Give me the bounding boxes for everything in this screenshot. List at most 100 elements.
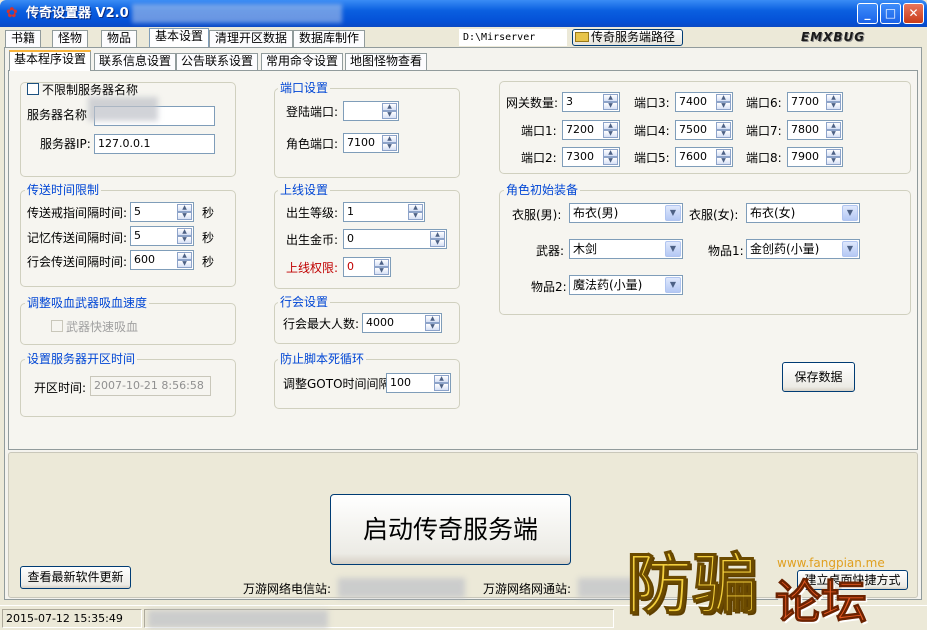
- guild-settings-title: 行会设置: [278, 295, 331, 309]
- spin-down-icon[interactable]: ▼: [826, 157, 841, 165]
- save-button[interactable]: 保存数据: [782, 362, 855, 392]
- chevron-down-icon[interactable]: ▼: [665, 241, 681, 257]
- spin-down-icon[interactable]: ▼: [716, 102, 731, 110]
- spin-down-icon[interactable]: ▼: [826, 102, 841, 110]
- spin-up-icon[interactable]: ▲: [382, 103, 397, 111]
- check-update-button[interactable]: 查看最新软件更新: [20, 566, 131, 589]
- tab-items[interactable]: 物品: [101, 30, 138, 47]
- cloth-female-select[interactable]: 布衣(女) ▼: [746, 203, 860, 223]
- spin-down-icon[interactable]: ▼: [716, 157, 731, 165]
- cloth-male-select[interactable]: 布衣(男) ▼: [569, 203, 683, 223]
- role-port-spinner[interactable]: 7100 ▲ ▼: [343, 133, 399, 153]
- title-bar[interactable]: ✿ 传奇设置器 V2.0 _ □ ✕: [0, 0, 927, 27]
- redacted-telecom-link[interactable]: [338, 578, 465, 598]
- tab-clear-data[interactable]: 清理开区数据: [209, 30, 294, 47]
- start-level-spinner[interactable]: 1 ▲ ▼: [343, 202, 425, 222]
- role-port-label: 角色端口:: [286, 137, 339, 151]
- fast-vampire-checkbox[interactable]: [51, 320, 63, 332]
- gateway-port1-spinner[interactable]: 7200 ▲ ▼: [562, 120, 620, 140]
- tab-database[interactable]: 数据库制作: [293, 30, 366, 47]
- weapon-select[interactable]: 木剑 ▼: [569, 239, 683, 259]
- spin-up-icon[interactable]: ▲: [716, 122, 731, 130]
- goto-interval-spinner[interactable]: 100 ▲ ▼: [386, 373, 451, 393]
- unlimited-name-checkbox[interactable]: [27, 83, 39, 95]
- gateway-port3-spinner[interactable]: 7400 ▲ ▼: [675, 92, 733, 112]
- tab-common-commands[interactable]: 常用命令设置: [261, 53, 344, 70]
- ring-interval-spinner[interactable]: 5 ▲ ▼: [130, 202, 194, 222]
- login-port-spinner[interactable]: ▲ ▼: [343, 101, 399, 121]
- spin-up-icon[interactable]: ▲: [603, 94, 618, 102]
- tab-basic-settings[interactable]: 基本设置: [149, 28, 210, 47]
- guild-interval-value: 600: [134, 253, 155, 266]
- spin-down-icon[interactable]: ▼: [826, 130, 841, 138]
- tab-map-monsters[interactable]: 地图怪物查看: [345, 53, 428, 70]
- gateway-port2-spinner[interactable]: 7300 ▲ ▼: [562, 147, 620, 167]
- tab-contact-info[interactable]: 联系信息设置: [94, 53, 177, 70]
- maximize-button[interactable]: □: [880, 3, 901, 24]
- guild-max-spinner[interactable]: 4000 ▲ ▼: [362, 313, 442, 333]
- spin-up-icon[interactable]: ▲: [430, 231, 445, 239]
- chevron-down-icon[interactable]: ▼: [842, 205, 858, 221]
- spin-up-icon[interactable]: ▲: [434, 375, 449, 383]
- tab-books[interactable]: 书籍: [5, 30, 42, 47]
- spin-down-icon[interactable]: ▼: [716, 130, 731, 138]
- minimize-button[interactable]: _: [857, 3, 878, 24]
- spin-down-icon[interactable]: ▼: [177, 236, 192, 244]
- spin-up-icon[interactable]: ▲: [374, 259, 389, 267]
- gateway-port5-spinner[interactable]: 7600 ▲ ▼: [675, 147, 733, 167]
- start-server-button[interactable]: 启动传奇服务端: [330, 494, 571, 565]
- spin-down-icon[interactable]: ▼: [425, 323, 440, 331]
- item1-select[interactable]: 金创药(小量) ▼: [746, 239, 860, 259]
- chevron-down-icon[interactable]: ▼: [665, 205, 681, 221]
- gateway-port6-spinner[interactable]: 7700 ▲ ▼: [787, 92, 843, 112]
- chevron-down-icon[interactable]: ▼: [842, 241, 858, 257]
- spin-up-icon[interactable]: ▲: [716, 94, 731, 102]
- gateway-port3-label: 端口3:: [634, 96, 670, 110]
- gateway-port8-spinner[interactable]: 7900 ▲ ▼: [787, 147, 843, 167]
- spin-up-icon[interactable]: ▲: [177, 252, 192, 260]
- spin-down-icon[interactable]: ▼: [603, 157, 618, 165]
- spin-up-icon[interactable]: ▲: [603, 149, 618, 157]
- spin-up-icon[interactable]: ▲: [826, 149, 841, 157]
- gateway-count-label: 网关数量:: [506, 96, 559, 110]
- memory-interval-spinner[interactable]: 5 ▲ ▼: [130, 226, 194, 246]
- spin-down-icon[interactable]: ▼: [382, 143, 397, 151]
- server-path-button[interactable]: 传奇服务端路径: [572, 29, 683, 46]
- spin-up-icon[interactable]: ▲: [425, 315, 440, 323]
- server-ip-input[interactable]: 127.0.0.1: [94, 134, 215, 154]
- spin-up-icon[interactable]: ▲: [382, 135, 397, 143]
- spin-down-icon[interactable]: ▼: [382, 111, 397, 119]
- item2-select[interactable]: 魔法药(小量) ▼: [569, 275, 683, 295]
- chevron-down-icon[interactable]: ▼: [665, 277, 681, 293]
- spin-up-icon[interactable]: ▲: [716, 149, 731, 157]
- spin-down-icon[interactable]: ▼: [603, 130, 618, 138]
- guild-interval-spinner[interactable]: 600 ▲ ▼: [130, 250, 194, 270]
- spin-down-icon[interactable]: ▼: [408, 212, 423, 220]
- spin-up-icon[interactable]: ▲: [408, 204, 423, 212]
- spin-down-icon[interactable]: ▼: [434, 383, 449, 391]
- spin-up-icon[interactable]: ▲: [826, 94, 841, 102]
- spin-down-icon[interactable]: ▼: [177, 212, 192, 220]
- spin-up-icon[interactable]: ▲: [177, 204, 192, 212]
- gateway-port7-spinner[interactable]: 7800 ▲ ▼: [787, 120, 843, 140]
- spin-up-icon[interactable]: ▲: [603, 122, 618, 130]
- spin-down-icon[interactable]: ▼: [603, 102, 618, 110]
- close-button[interactable]: ✕: [903, 3, 924, 24]
- spin-down-icon[interactable]: ▼: [374, 267, 389, 275]
- server-ip-label: 服务器IP:: [40, 137, 91, 151]
- spin-up-icon[interactable]: ▲: [177, 228, 192, 236]
- gateway-port4-spinner[interactable]: 7500 ▲ ▼: [675, 120, 733, 140]
- tab-monsters[interactable]: 怪物: [52, 30, 89, 47]
- spin-down-icon[interactable]: ▼: [430, 239, 445, 247]
- spin-down-icon[interactable]: ▼: [177, 260, 192, 268]
- tab-basic-program[interactable]: 基本程序设置: [9, 50, 92, 71]
- start-gold-spinner[interactable]: 0 ▲ ▼: [343, 229, 447, 249]
- app-logo: EMXBUG: [801, 30, 866, 44]
- server-path-field[interactable]: D:\Mirserver: [459, 29, 567, 46]
- online-permission-spinner[interactable]: 0 ▲ ▼: [343, 257, 391, 277]
- spin-up-icon[interactable]: ▲: [826, 122, 841, 130]
- open-time-input[interactable]: 2007-10-21 8:56:58: [90, 376, 211, 396]
- tab-announcement[interactable]: 公告联系设置: [176, 53, 259, 70]
- gateway-count-value: 3: [566, 95, 573, 108]
- gateway-count-spinner[interactable]: 3 ▲ ▼: [562, 92, 620, 112]
